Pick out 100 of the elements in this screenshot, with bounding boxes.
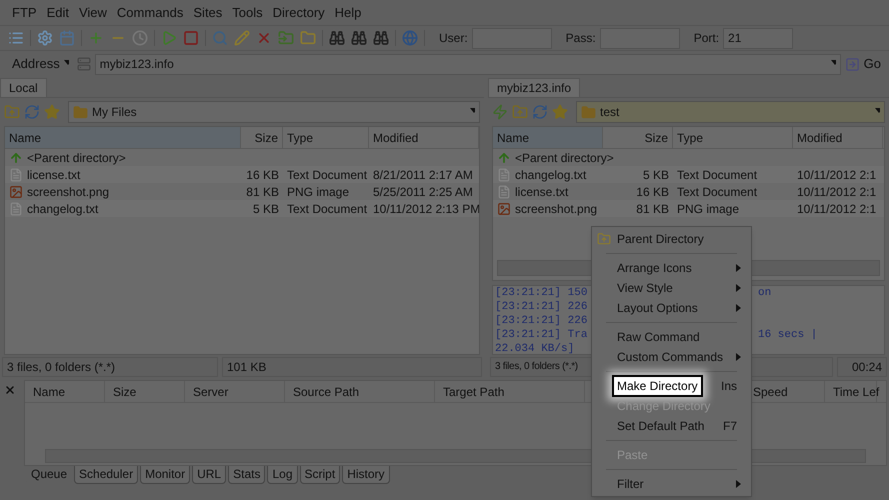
file-name[interactable]: screenshot.png bbox=[515, 200, 598, 218]
column-header[interactable]: Size bbox=[105, 381, 185, 402]
file-modified: 10/11/2012 2:1 bbox=[796, 184, 878, 200]
clock-icon[interactable] bbox=[132, 30, 148, 46]
column-header[interactable]: Size bbox=[241, 127, 283, 148]
log-line: [23:21:21] 150 bbox=[495, 287, 588, 299]
file-name[interactable]: <Parent directory> bbox=[27, 148, 126, 166]
menu-item[interactable]: View bbox=[78, 2, 107, 22]
submenu-arrow-icon bbox=[736, 284, 741, 292]
path-field[interactable]: test bbox=[576, 101, 885, 123]
menu-item[interactable]: Help bbox=[334, 2, 362, 22]
column-header[interactable]: Type bbox=[283, 127, 369, 148]
close-icon[interactable] bbox=[4, 384, 16, 396]
queue-tab[interactable]: Log bbox=[267, 466, 298, 484]
queue-tab[interactable]: Stats bbox=[228, 466, 266, 484]
folder-up-icon[interactable] bbox=[512, 104, 528, 120]
address-field[interactable]: mybiz123.info bbox=[94, 54, 841, 74]
field-label: Port: bbox=[694, 30, 720, 47]
list-icon[interactable] bbox=[8, 30, 24, 46]
connect-icon[interactable] bbox=[492, 104, 508, 120]
file-type: Text Document bbox=[286, 200, 368, 218]
menu-item[interactable]: Commands bbox=[116, 2, 184, 22]
file-type: Text Document bbox=[286, 166, 368, 184]
text-file-icon bbox=[9, 202, 23, 216]
rename-icon[interactable] bbox=[278, 30, 294, 46]
x-icon[interactable] bbox=[256, 30, 272, 46]
column-header[interactable]: Name bbox=[493, 127, 603, 148]
file-type: PNG image bbox=[286, 184, 350, 200]
queue-tab[interactable]: Monitor bbox=[140, 466, 190, 484]
context-menu-item[interactable]: Layout Options bbox=[592, 298, 751, 318]
file-name[interactable]: screenshot.png bbox=[27, 182, 110, 200]
play-icon[interactable] bbox=[161, 30, 177, 46]
binoculars-icon[interactable] bbox=[329, 30, 345, 46]
file-name[interactable]: changelog.txt bbox=[27, 200, 98, 218]
folder-icon[interactable] bbox=[300, 30, 316, 46]
file-size: 16 KB bbox=[635, 184, 670, 200]
pencil-icon[interactable] bbox=[234, 30, 250, 46]
context-menu-item[interactable]: Arrange Icons bbox=[592, 258, 751, 278]
image-file-icon bbox=[497, 202, 511, 216]
up-arrow-icon bbox=[9, 150, 23, 164]
pane-tab[interactable]: Local bbox=[0, 78, 47, 97]
stop-icon[interactable] bbox=[183, 30, 199, 46]
column-header[interactable]: Modified bbox=[369, 127, 479, 148]
folder-up-icon[interactable] bbox=[4, 104, 20, 120]
log-line: 16 secs | bbox=[758, 328, 818, 342]
context-menu-item[interactable]: Parent Directory bbox=[592, 229, 751, 249]
queue-tab[interactable]: History bbox=[342, 466, 390, 484]
context-menu-item[interactable]: Filter bbox=[592, 474, 751, 494]
binoculars-icon[interactable] bbox=[351, 30, 367, 46]
file-size: 5 KB bbox=[252, 200, 280, 218]
column-header[interactable]: Target Path bbox=[435, 381, 585, 402]
column-header[interactable]: Name bbox=[5, 127, 241, 148]
column-header[interactable]: Time Lef bbox=[825, 381, 877, 402]
text-file-icon bbox=[497, 168, 511, 182]
file-name[interactable]: license.txt bbox=[27, 166, 80, 184]
menu-item[interactable]: FTP bbox=[12, 2, 37, 22]
menu-item[interactable]: Edit bbox=[46, 2, 69, 22]
context-menu-item[interactable]: Raw Command bbox=[592, 327, 751, 347]
path-text: test bbox=[600, 104, 620, 121]
context-menu-item[interactable]: Set Default Path F7 bbox=[592, 416, 751, 436]
context-menu-item[interactable]: View Style bbox=[592, 278, 751, 298]
column-header[interactable]: Server bbox=[185, 381, 285, 402]
path-field[interactable]: My Files bbox=[68, 101, 480, 123]
settings-icon[interactable] bbox=[37, 30, 53, 46]
field-label: Pass: bbox=[566, 30, 596, 47]
queue-tab[interactable]: URL bbox=[192, 466, 226, 484]
text-field[interactable]: 21 bbox=[723, 28, 794, 48]
binoculars-icon[interactable] bbox=[373, 30, 389, 46]
search-icon[interactable] bbox=[212, 30, 228, 46]
path-text: My Files bbox=[92, 104, 138, 121]
address-label[interactable]: Address bbox=[12, 54, 60, 74]
star-icon[interactable] bbox=[44, 104, 60, 120]
status-info: 00:24 bbox=[837, 357, 887, 377]
file-modified: 10/11/2012 2:13 PM bbox=[372, 200, 479, 218]
pane-tab[interactable]: mybiz123.info bbox=[488, 78, 580, 97]
queue-tab[interactable]: Scheduler bbox=[74, 466, 138, 484]
refresh-icon[interactable] bbox=[24, 104, 40, 120]
menu-item[interactable]: Directory bbox=[272, 2, 325, 22]
star-icon[interactable] bbox=[552, 104, 568, 120]
column-header[interactable]: Name bbox=[25, 381, 105, 402]
calendar-icon[interactable] bbox=[59, 30, 75, 46]
column-header[interactable]: Type bbox=[673, 127, 793, 148]
folder-up-icon bbox=[597, 232, 611, 246]
refresh-icon[interactable] bbox=[532, 104, 548, 120]
file-name[interactable]: license.txt bbox=[515, 182, 568, 200]
file-name[interactable]: <Parent directory> bbox=[515, 148, 614, 166]
go-button[interactable]: Go bbox=[844, 54, 881, 74]
file-type: PNG image bbox=[676, 200, 740, 218]
menu-item[interactable]: Sites bbox=[193, 2, 222, 22]
submenu-arrow-icon bbox=[736, 304, 741, 312]
file-modified: 8/21/2011 2:17 AM bbox=[372, 166, 474, 184]
plus-icon[interactable] bbox=[88, 30, 104, 46]
file-name[interactable]: changelog.txt bbox=[515, 166, 586, 184]
menu-item[interactable]: Tools bbox=[232, 2, 263, 22]
folder-icon bbox=[581, 104, 596, 120]
globe-icon[interactable] bbox=[402, 30, 418, 46]
queue-tab[interactable]: Script bbox=[300, 466, 340, 484]
column-header[interactable]: Modified bbox=[793, 127, 883, 148]
column-header[interactable]: Size bbox=[603, 127, 673, 148]
column-header[interactable]: Source Path bbox=[285, 381, 435, 402]
